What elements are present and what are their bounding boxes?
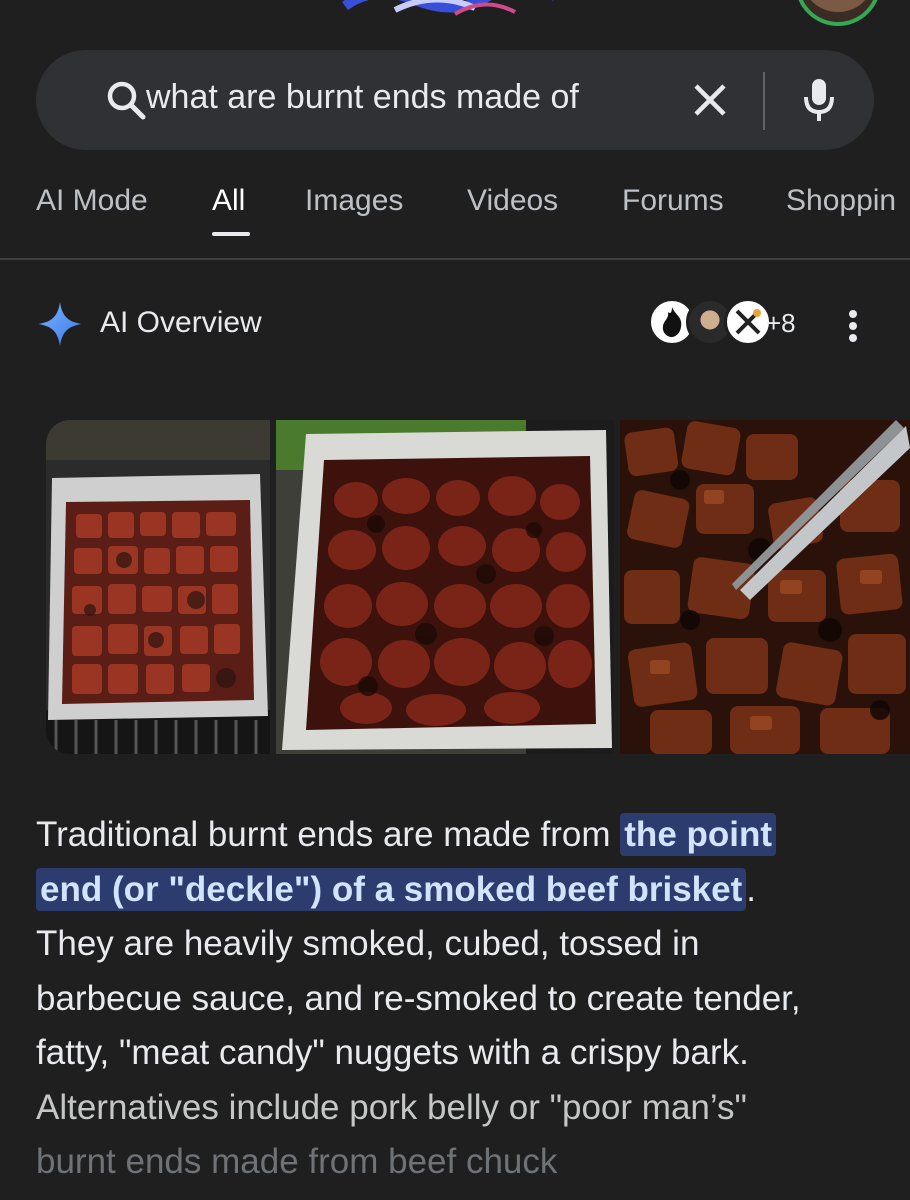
- tab-ai-mode[interactable]: AI Mode: [36, 184, 148, 218]
- overview-line-6: Alternatives include pork belly or "poor…: [36, 1087, 747, 1127]
- overview-highlight-1[interactable]: the point: [620, 813, 777, 856]
- more-vertical-icon[interactable]: [842, 306, 864, 346]
- overview-line-4: barbecue sauce, and re-smoked to create …: [36, 978, 801, 1018]
- overview-line-3: They are heavily smoked, cubed, tossed i…: [36, 924, 700, 963]
- overview-line-7: burnt ends made from beef chuck: [36, 1142, 558, 1181]
- account-avatar[interactable]: [795, 0, 881, 26]
- microphone-icon[interactable]: [799, 75, 839, 125]
- tab-images[interactable]: Images: [305, 184, 403, 218]
- search-icon[interactable]: [104, 78, 148, 122]
- overview-period: .: [746, 869, 757, 909]
- ai-overview-text: Traditional burnt ends are made from the…: [36, 808, 876, 1190]
- overview-line-5: fatty, "meat candy" nuggets with a crisp…: [36, 1033, 749, 1072]
- result-image-1[interactable]: [46, 420, 270, 754]
- overview-line-1: Traditional burnt ends are made from the…: [36, 808, 876, 863]
- ai-overview-header: AI Overview +8: [0, 290, 910, 360]
- ai-overview-title: AI Overview: [100, 306, 262, 339]
- google-doodle[interactable]: [335, 0, 565, 20]
- more-sources-count[interactable]: +8: [766, 308, 796, 339]
- source-tools-icon[interactable]: [724, 298, 772, 346]
- tab-videos[interactable]: Videos: [467, 184, 558, 218]
- search-input[interactable]: what are burnt ends made of: [146, 78, 621, 117]
- tab-forums[interactable]: Forums: [622, 184, 724, 218]
- sparkle-icon: [38, 302, 82, 346]
- result-image-3[interactable]: [620, 420, 910, 754]
- tab-all[interactable]: All: [212, 184, 245, 218]
- search-bar-divider: [763, 72, 765, 130]
- close-icon[interactable]: [690, 80, 730, 120]
- search-bar[interactable]: what are burnt ends made of: [36, 50, 874, 150]
- overview-line-2: end (or "deckle") of a smoked beef brisk…: [36, 863, 876, 918]
- active-tab-indicator: [212, 232, 250, 236]
- result-image-2[interactable]: [276, 420, 614, 754]
- search-tabs: AI Mode All Images Videos Forums Shoppin: [0, 180, 910, 260]
- overview-highlight-2[interactable]: end (or "deckle") of a smoked beef brisk…: [36, 867, 747, 911]
- search-results-page: what are burnt ends made of AI Mode All …: [0, 0, 910, 1200]
- tabs-divider: [0, 258, 910, 260]
- source-icons[interactable]: [648, 298, 772, 348]
- tab-shopping[interactable]: Shoppin: [786, 184, 896, 218]
- overview-text-intro: Traditional burnt ends are made from: [36, 815, 621, 854]
